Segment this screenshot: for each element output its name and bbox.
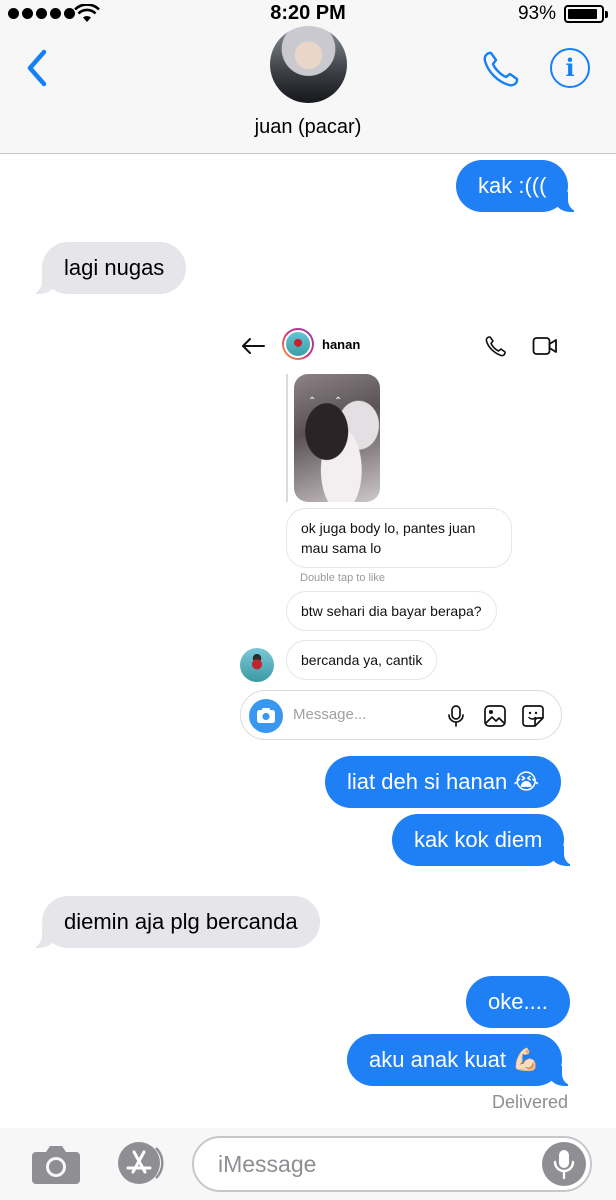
app-store-icon[interactable]	[112, 1140, 168, 1186]
phone-call-icon[interactable]	[480, 48, 522, 90]
camera-icon[interactable]	[30, 1142, 82, 1186]
ig-shared-photo: ⌃ ⌃	[294, 374, 380, 502]
ig-back-arrow-icon	[242, 338, 265, 354]
imessage-placeholder: iMessage	[218, 1151, 317, 1177]
message-bubble-sent[interactable]: kak :(((	[456, 160, 581, 212]
ig-message-input: Message...	[240, 690, 562, 740]
battery-percentage: 93%	[517, 3, 556, 24]
back-chevron-icon[interactable]	[22, 46, 52, 90]
ig-microphone-icon	[448, 705, 464, 727]
contact-avatar[interactable]	[270, 26, 347, 103]
info-button-icon[interactable]: i	[550, 48, 590, 88]
ig-message: bercanda ya, cantik	[286, 640, 438, 680]
message-bubble-sent[interactable]: oke....	[466, 976, 570, 1028]
message-bubble-sent[interactable]: aku anak kuat 💪🏻	[347, 1034, 573, 1086]
ig-video-call-icon	[532, 337, 557, 355]
delivery-status: Delivered	[491, 1092, 568, 1112]
ig-message: btw sehari dia bayar berapa?	[286, 591, 497, 631]
ig-profile-avatar	[282, 328, 314, 360]
conversation-header: 8:20 PM 93% juan (pacar) i	[0, 0, 616, 154]
ig-username: hanan	[322, 337, 361, 352]
ig-message: ok juga body lo, pantes juan mau sama lo	[286, 508, 512, 568]
microphone-icon[interactable]	[542, 1142, 586, 1186]
attached-screenshot[interactable]: hanan ⌃ ⌃ ok juga body lo, pantes juan ma…	[232, 318, 572, 748]
imessage-input[interactable]: iMessage	[192, 1136, 592, 1192]
ig-double-tap-hint: Double tap to like	[300, 572, 385, 584]
ig-input-placeholder: Message...	[293, 706, 367, 723]
message-bubble-received[interactable]: diemin aja plg bercanda	[30, 896, 320, 948]
ig-camera-icon	[249, 699, 283, 733]
message-bubble-sent[interactable]: kak kok diem	[392, 814, 577, 866]
ig-sticker-icon	[522, 705, 544, 727]
ig-gallery-icon	[484, 705, 506, 727]
ig-phone-icon	[485, 336, 506, 357]
message-bubble-received[interactable]: lagi nugas	[29, 242, 187, 294]
ig-reply-line	[286, 374, 288, 502]
compose-bar: iMessage	[0, 1128, 616, 1200]
ig-sender-avatar	[240, 648, 274, 682]
message-bubble-sent[interactable]: liat deh si hanan 😭	[325, 756, 562, 808]
contact-name[interactable]: juan (pacar)	[0, 116, 616, 139]
battery-icon	[564, 5, 608, 23]
